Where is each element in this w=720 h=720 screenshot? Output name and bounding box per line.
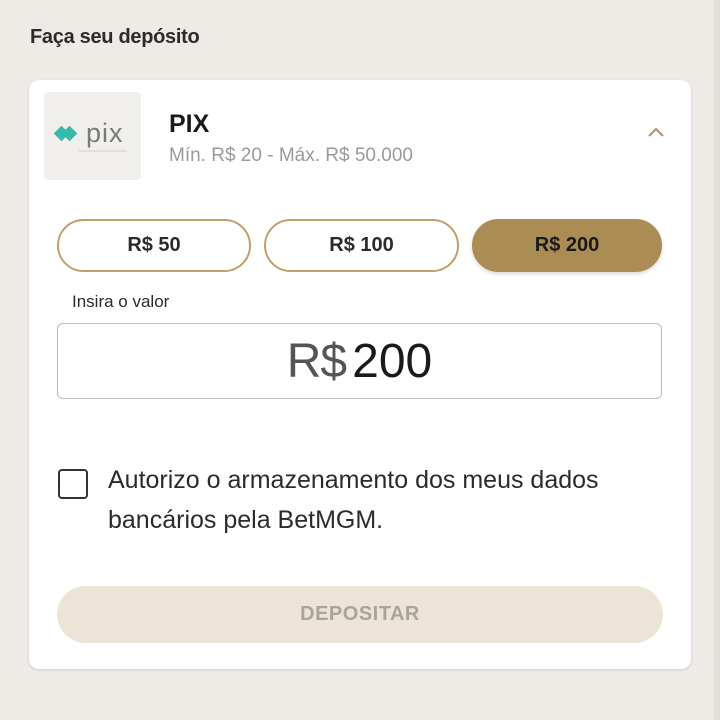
currency-symbol: R$ <box>286 334 347 388</box>
consent-label: Autorizo o armazenamento dos meus dados … <box>108 466 599 534</box>
quick-amount-100-button[interactable]: R$ 100 <box>264 219 459 272</box>
consent-checkbox[interactable] <box>58 469 88 499</box>
payment-method-name: PIX <box>169 110 210 138</box>
payment-method-header[interactable]: pix PIX Mín. R$ 20 - Máx. R$ 50.000 <box>29 80 691 190</box>
pix-logo-text: pix <box>86 118 124 148</box>
page-title: Faça seu depósito <box>30 26 200 48</box>
quick-amount-50-button[interactable]: R$ 50 <box>57 219 251 272</box>
payment-method-limits: Mín. R$ 20 - Máx. R$ 50.000 <box>169 145 413 166</box>
deposit-card: pix PIX Mín. R$ 20 - Máx. R$ 50.000 R$ 5… <box>29 80 691 669</box>
amount-value[interactable]: 200 <box>352 334 432 389</box>
chevron-up-icon[interactable] <box>644 120 668 144</box>
deposit-button[interactable]: DEPOSITAR <box>57 586 663 643</box>
amount-input-label: Insira o valor <box>72 292 170 311</box>
quick-amount-200-button[interactable]: R$ 200 <box>472 219 662 272</box>
scrollbar[interactable] <box>714 0 720 720</box>
pix-logo-icon: pix <box>44 92 141 180</box>
amount-input[interactable]: R$ 200 <box>57 323 662 399</box>
